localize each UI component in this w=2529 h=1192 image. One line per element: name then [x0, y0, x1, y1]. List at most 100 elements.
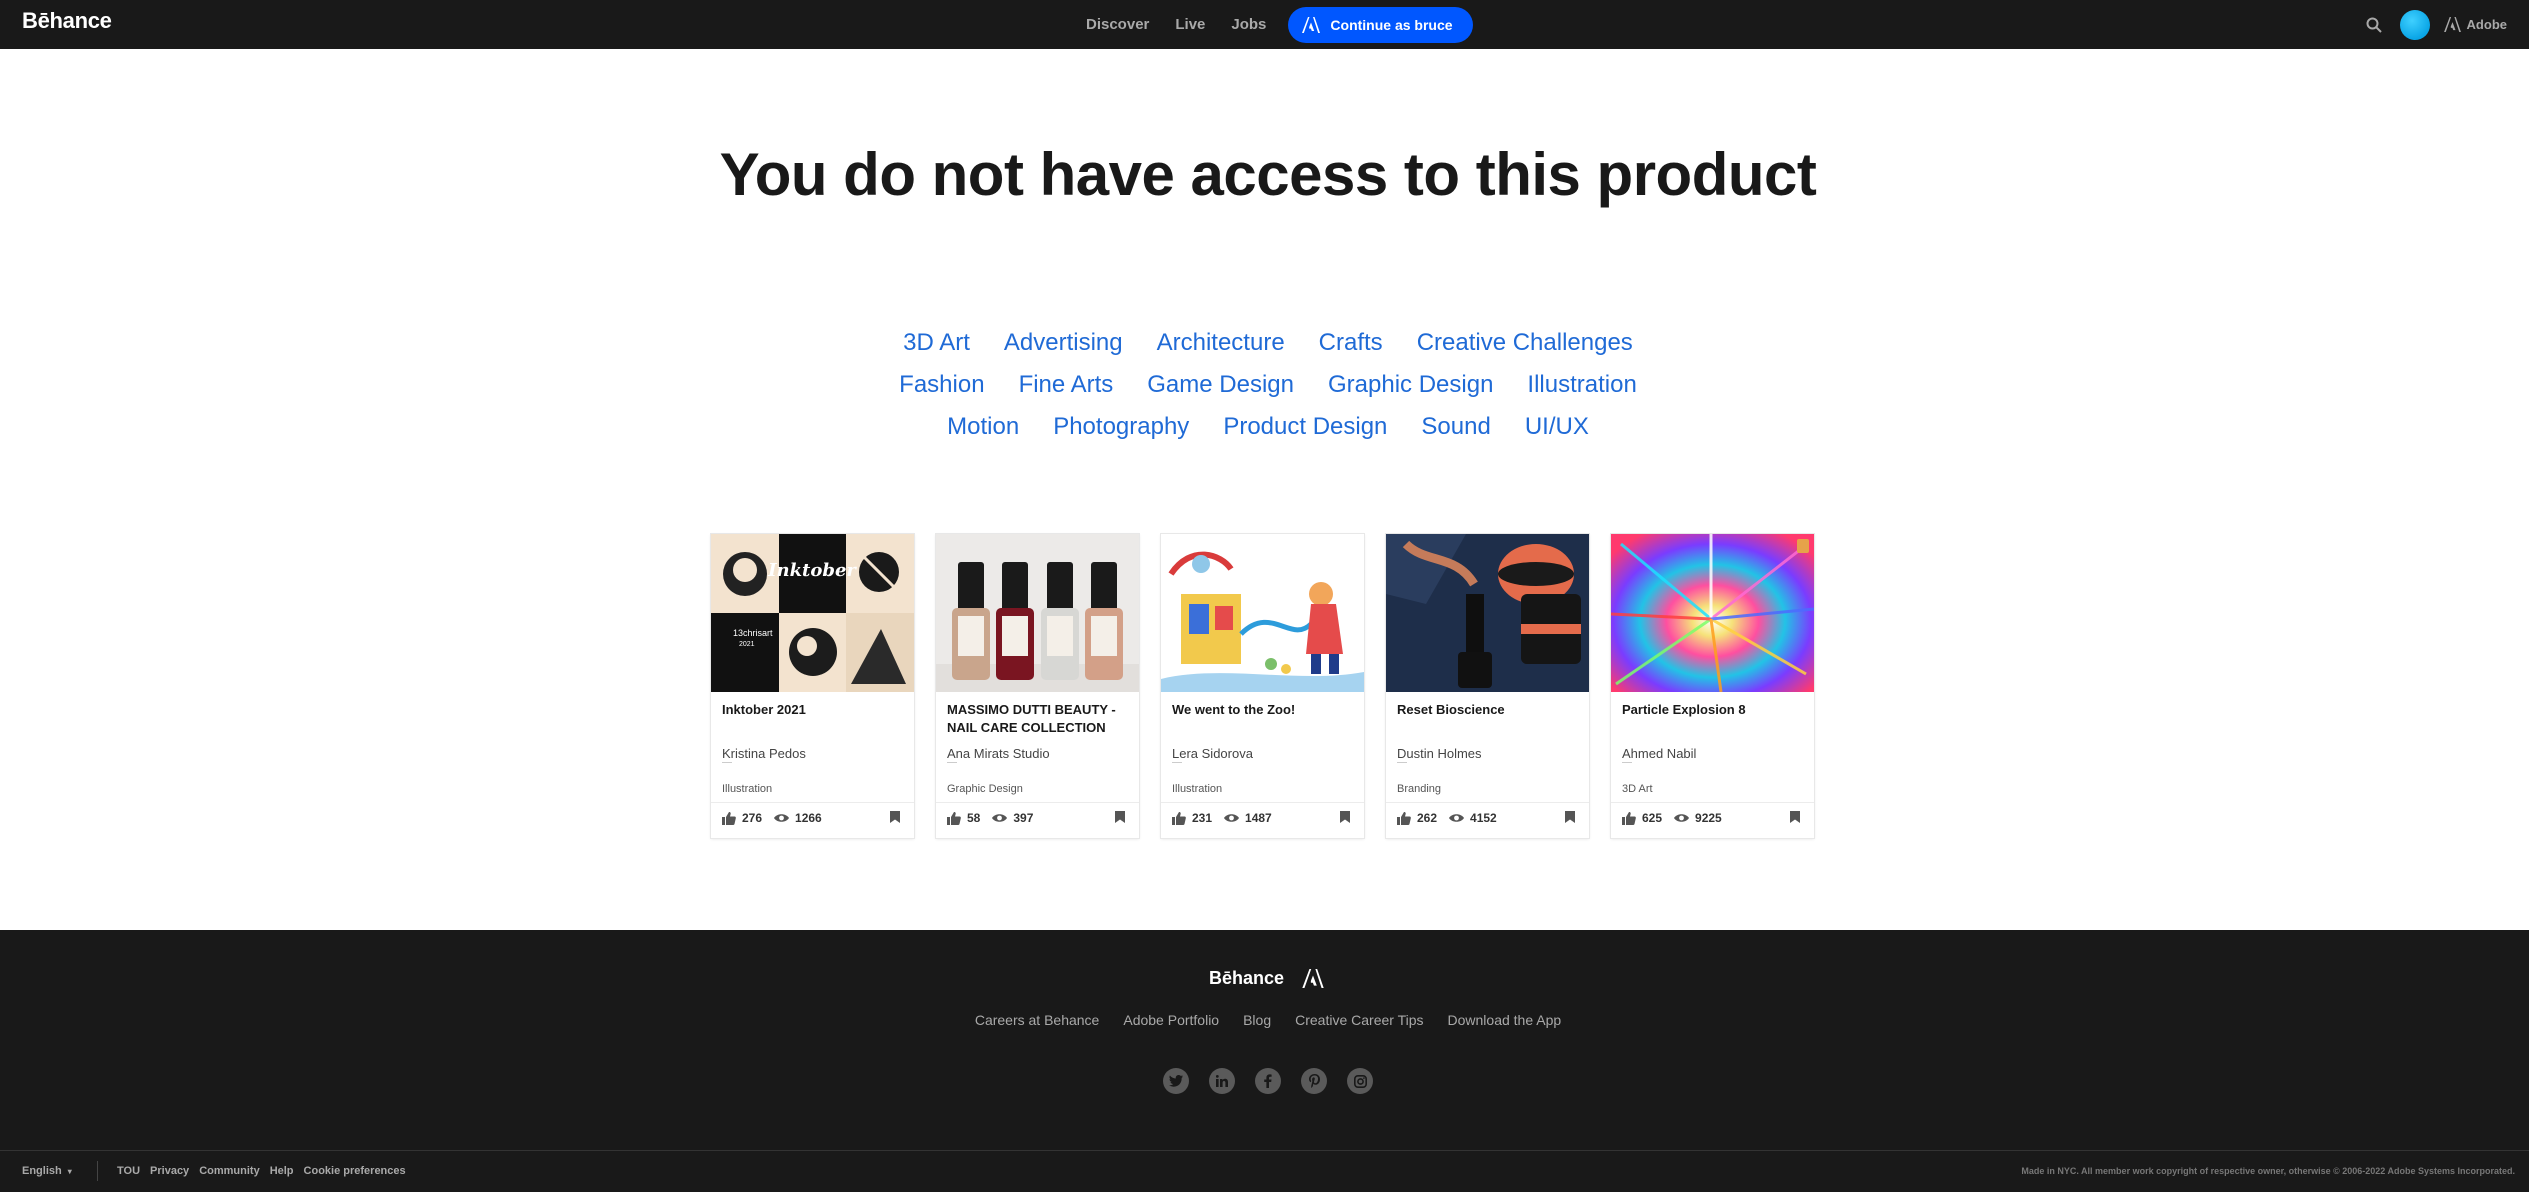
- view-count: 9225: [1695, 811, 1722, 825]
- project-owner[interactable]: Ahmed Nabil: [1622, 746, 1696, 761]
- project-thumbnail[interactable]: [936, 534, 1139, 692]
- category-sound[interactable]: Sound: [1421, 413, 1490, 441]
- category-motion[interactable]: Motion: [947, 413, 1019, 441]
- project-title[interactable]: Reset Bioscience: [1397, 701, 1581, 719]
- svg-text:Inktober: Inktober: [767, 560, 857, 581]
- category-row: 3D Art Advertising Architecture Crafts C…: [0, 322, 2529, 364]
- linkedin-icon[interactable]: [1209, 1068, 1235, 1094]
- eye-icon: [1674, 814, 1690, 822]
- category-creative-challenges[interactable]: Creative Challenges: [1417, 329, 1633, 357]
- adobe-icon[interactable]: [1302, 969, 1324, 988]
- thumbs-up-icon: [947, 811, 961, 825]
- nav-live[interactable]: Live: [1175, 16, 1205, 33]
- zoo-illustration-artwork: [1161, 534, 1364, 692]
- avatar[interactable]: [2399, 9, 2430, 40]
- thumbs-up-icon: [1622, 811, 1636, 825]
- category-fine-arts[interactable]: Fine Arts: [1019, 371, 1114, 399]
- project-field[interactable]: Illustration: [1172, 783, 1222, 795]
- project-owner[interactable]: Kristina Pedos: [722, 746, 806, 761]
- continue-as-button[interactable]: Continue as bruce: [1288, 6, 1473, 43]
- category-graphic-design[interactable]: Graphic Design: [1328, 371, 1493, 399]
- chevron-down-icon: ▾: [67, 1167, 72, 1176]
- bookmark-icon[interactable]: [1790, 811, 1800, 823]
- eye-icon: [1449, 814, 1465, 822]
- project-thumbnail[interactable]: Inktober 13chrisart 2021: [711, 534, 914, 692]
- divider: [1611, 802, 1814, 803]
- project-thumbnail[interactable]: [1611, 534, 1814, 692]
- adobe-link[interactable]: Adobe: [2443, 17, 2507, 32]
- project-title[interactable]: Inktober 2021: [722, 701, 906, 719]
- copyright-text: Made in NYC. All member work copyright o…: [2021, 1166, 2515, 1176]
- category-game-design[interactable]: Game Design: [1147, 371, 1294, 399]
- project-field[interactable]: Illustration: [722, 783, 772, 795]
- category-3d-art[interactable]: 3D Art: [903, 329, 970, 357]
- category-advertising[interactable]: Advertising: [1004, 329, 1123, 357]
- project-card[interactable]: We went to the Zoo! Lera Sidorova Illust…: [1161, 534, 1364, 838]
- divider: [711, 802, 914, 803]
- legal-link-cookie-preferences[interactable]: Cookie preferences: [304, 1165, 406, 1177]
- footer-logo: Bēhance: [1209, 968, 1324, 989]
- footer-link-careers[interactable]: Careers at Behance: [975, 1012, 1100, 1028]
- adobe-logo-icon: [2443, 17, 2461, 32]
- appreciation-count: 625: [1642, 811, 1663, 825]
- bookmark-icon[interactable]: [1340, 811, 1350, 823]
- footer-link-download-app[interactable]: Download the App: [1448, 1012, 1562, 1028]
- legal-link-privacy[interactable]: Privacy: [150, 1165, 189, 1177]
- category-illustration[interactable]: Illustration: [1527, 371, 1636, 399]
- project-title[interactable]: MASSIMO DUTTI BEAUTY - NAIL CARE COLLECT…: [947, 701, 1131, 737]
- nav-discover[interactable]: Discover: [1086, 16, 1149, 33]
- project-card[interactable]: MASSIMO DUTTI BEAUTY - NAIL CARE COLLECT…: [936, 534, 1139, 838]
- project-title[interactable]: Particle Explosion 8: [1622, 701, 1806, 719]
- bookmark-icon[interactable]: [890, 811, 900, 823]
- project-owner[interactable]: Lera Sidorova: [1172, 746, 1253, 761]
- language-selector[interactable]: English ▾: [22, 1165, 72, 1177]
- views: 1487: [1224, 811, 1272, 825]
- nav-right: Adobe: [2366, 0, 2507, 49]
- category-product-design[interactable]: Product Design: [1223, 413, 1387, 441]
- category-photography[interactable]: Photography: [1053, 413, 1189, 441]
- facebook-icon[interactable]: [1255, 1068, 1281, 1094]
- project-field[interactable]: Graphic Design: [947, 783, 1023, 795]
- pinterest-icon[interactable]: [1301, 1068, 1327, 1094]
- project-stats: 625 9225: [1622, 811, 1806, 825]
- project-field[interactable]: Branding: [1397, 783, 1441, 795]
- category-fashion[interactable]: Fashion: [899, 371, 984, 399]
- footer-link-career-tips[interactable]: Creative Career Tips: [1295, 1012, 1423, 1028]
- top-navigation: Bēhance Discover Live Jobs Continue as b…: [0, 0, 2529, 49]
- divider: [1622, 762, 1632, 763]
- footer-link-adobe-portfolio[interactable]: Adobe Portfolio: [1123, 1012, 1219, 1028]
- divider: [722, 762, 732, 763]
- footer-link-blog[interactable]: Blog: [1243, 1012, 1271, 1028]
- particle-explosion-artwork: [1611, 534, 1814, 692]
- instagram-icon[interactable]: [1347, 1068, 1373, 1094]
- page-title: You do not have access to this product: [719, 141, 1817, 208]
- eye-icon: [774, 814, 790, 822]
- project-owner[interactable]: Dustin Holmes: [1397, 746, 1482, 761]
- bookmark-icon[interactable]: [1115, 811, 1125, 823]
- project-title[interactable]: We went to the Zoo!: [1172, 701, 1356, 719]
- project-card[interactable]: Reset Bioscience Dustin Holmes Branding …: [1386, 534, 1589, 838]
- project-thumbnail[interactable]: [1386, 534, 1589, 692]
- category-crafts[interactable]: Crafts: [1319, 329, 1383, 357]
- project-field[interactable]: 3D Art: [1622, 783, 1653, 795]
- project-card[interactable]: Particle Explosion 8 Ahmed Nabil 3D Art …: [1611, 534, 1814, 838]
- project-card[interactable]: Inktober 13chrisart 2021 Inktober 2021 K…: [711, 534, 914, 838]
- nav-jobs[interactable]: Jobs: [1231, 16, 1266, 33]
- bookmark-icon[interactable]: [1565, 811, 1575, 823]
- views: 4152: [1449, 811, 1497, 825]
- project-thumbnail[interactable]: [1161, 534, 1364, 692]
- footer-behance-logo[interactable]: Bēhance: [1209, 968, 1284, 989]
- search-icon[interactable]: [2366, 17, 2382, 33]
- legal-link-community[interactable]: Community: [199, 1165, 260, 1177]
- legal-link-help[interactable]: Help: [270, 1165, 294, 1177]
- project-owner[interactable]: Ana Mirats Studio: [947, 746, 1050, 761]
- category-row: Motion Photography Product Design Sound …: [0, 406, 2529, 448]
- social-links: [0, 1068, 2529, 1094]
- legal-link-tou[interactable]: TOU: [117, 1165, 140, 1177]
- twitter-icon[interactable]: [1163, 1068, 1189, 1094]
- behance-logo[interactable]: Bēhance: [22, 8, 112, 34]
- views: 1266: [774, 811, 822, 825]
- appreciations: 276: [722, 811, 762, 825]
- category-ui-ux[interactable]: UI/UX: [1525, 413, 1589, 441]
- category-architecture[interactable]: Architecture: [1157, 329, 1285, 357]
